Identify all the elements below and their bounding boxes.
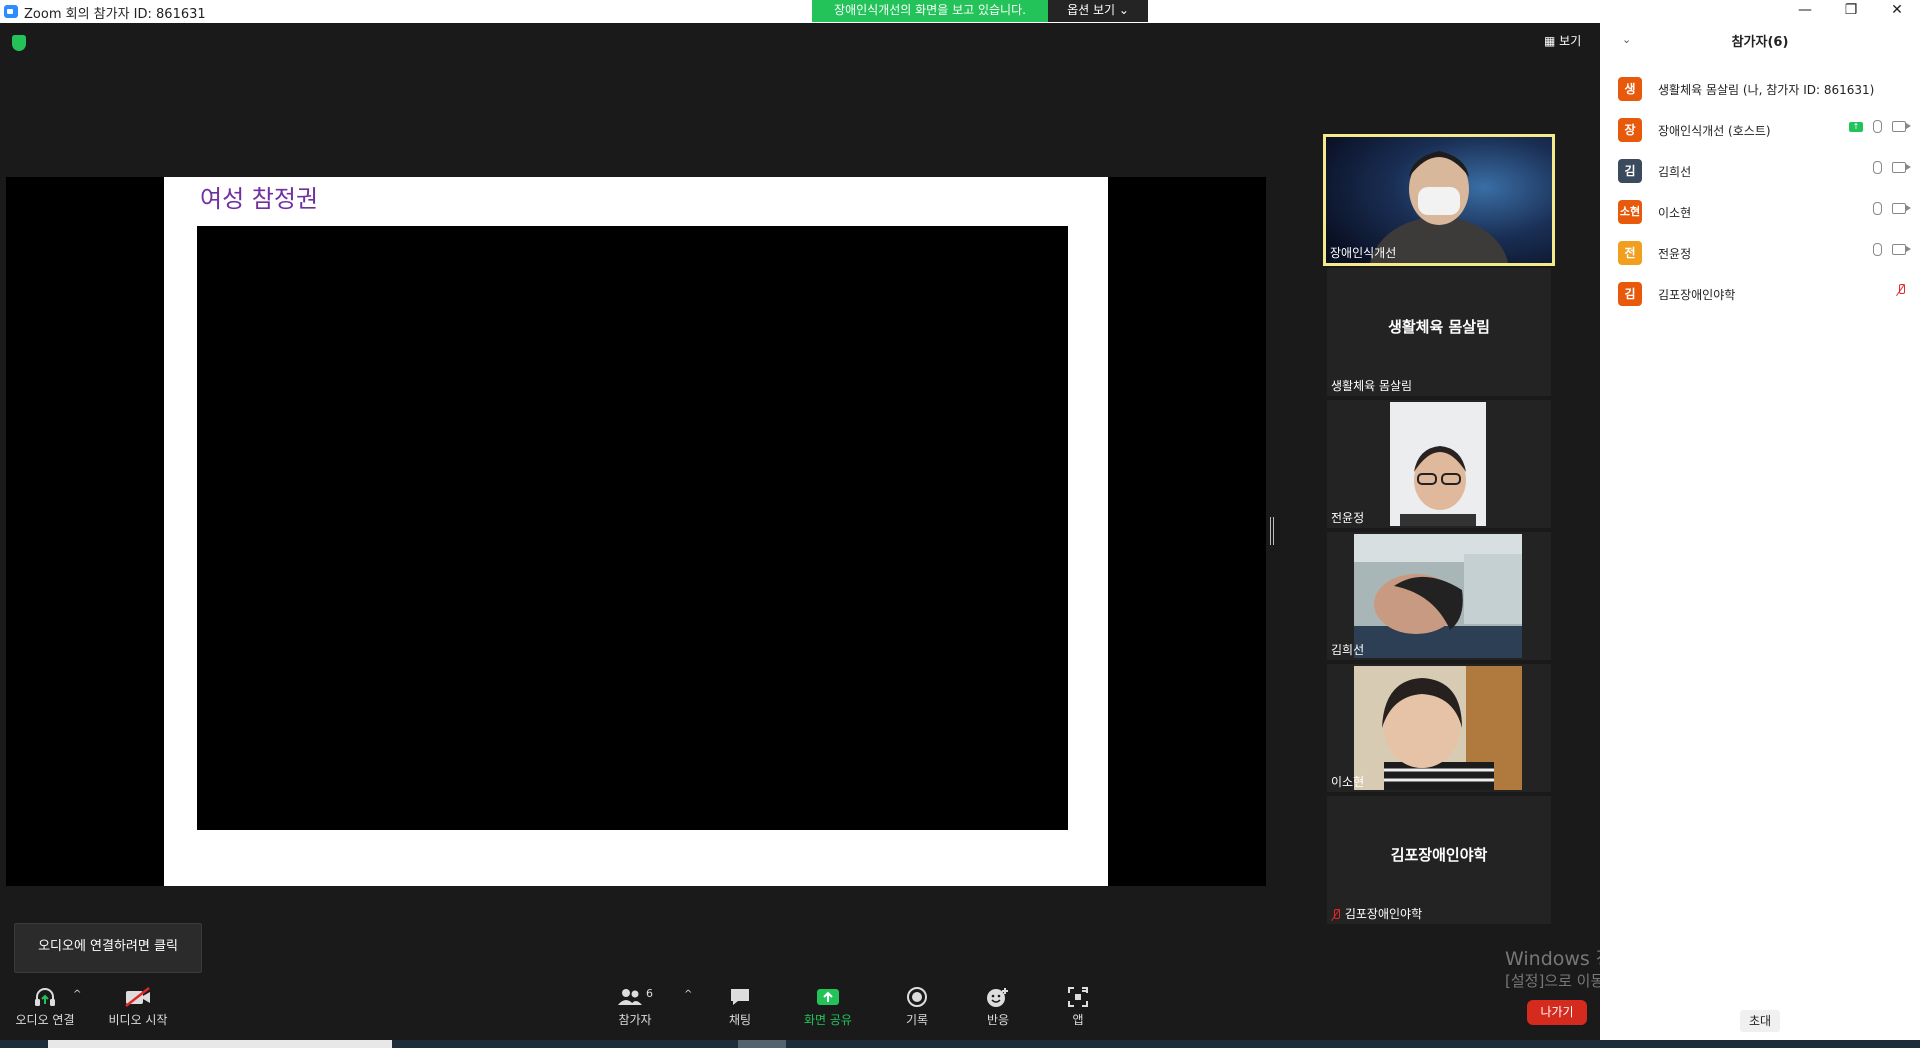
maximize-button[interactable]: ❐ [1828, 0, 1874, 23]
participant-avatar: 김 [1618, 282, 1642, 306]
windows-taskbar [0, 1040, 1920, 1048]
video-tile-participant[interactable]: 이소현 [1327, 664, 1551, 792]
view-layout-button[interactable]: ▦ 보기 [1544, 32, 1581, 49]
tile-name: 생활체육 몸살림 [1331, 379, 1413, 393]
participant-row[interactable]: 소현 이소현 [1600, 192, 1920, 232]
record-icon [907, 987, 927, 1007]
apps-icon [1068, 987, 1088, 1007]
grid-icon: ▦ [1544, 34, 1556, 48]
share-screen-icon [817, 989, 839, 1005]
mic-muted-icon [1331, 908, 1341, 921]
participant-name: 장애인식개선 (호스트) [1658, 124, 1771, 138]
participant-video-feed [1390, 402, 1486, 526]
sharing-screen-icon: ↑ [1849, 121, 1863, 132]
chat-label: 채팅 [728, 1013, 752, 1027]
participant-name: 이소현 [1658, 206, 1692, 220]
apps-button[interactable]: 앱 [1038, 985, 1118, 1028]
participants-options-caret[interactable]: ^ [684, 989, 692, 1000]
participant-name: 김포장애인야학 [1658, 288, 1736, 302]
participants-button[interactable]: 6 참가자 [595, 985, 675, 1028]
mic-icon[interactable] [1873, 161, 1882, 174]
participant-row[interactable]: 김 김희선 [1600, 151, 1920, 191]
tile-center-name: 생활체육 몸살림 [1388, 318, 1490, 336]
participant-row[interactable]: 전 전윤정 [1600, 233, 1920, 273]
participants-label: 참가자 [618, 1013, 652, 1027]
mic-muted-icon[interactable] [1896, 284, 1906, 296]
participant-name: 생활체육 몸살림 (나, 참가자 ID: 861631) [1658, 83, 1875, 97]
camera-icon[interactable] [1892, 203, 1911, 214]
tile-center-name: 김포장애인야학 [1390, 846, 1488, 864]
share-screen-button[interactable]: 화면 공유 [788, 985, 868, 1028]
video-tile-participant[interactable]: 생활체육 몸살림 생활체육 몸살림 [1327, 268, 1551, 396]
reactions-label: 반응 [986, 1013, 1010, 1027]
participants-count: 6 [646, 986, 653, 1000]
participant-row[interactable]: 장 장애인식개선 (호스트) ↑ [1600, 110, 1920, 150]
screen-share-banner: 장애인식개선의 화면을 보고 있습니다. [812, 0, 1048, 22]
join-audio-label: 오디오 연결 [15, 1013, 75, 1027]
camera-icon[interactable] [1892, 162, 1911, 173]
mic-icon[interactable] [1873, 243, 1882, 256]
video-tile-participant[interactable]: 전윤정 [1327, 400, 1551, 528]
start-video-label: 비디오 시작 [108, 1013, 168, 1027]
reactions-button[interactable]: 반응 [958, 985, 1038, 1028]
camera-icon[interactable] [1892, 121, 1911, 132]
headphone-icon [35, 988, 55, 1006]
minimize-button[interactable]: — [1782, 0, 1828, 23]
tile-name: 장애인식개선 [1330, 246, 1397, 260]
record-label: 기록 [905, 1013, 929, 1027]
leave-meeting-button[interactable]: 나가기 [1527, 1000, 1587, 1025]
participants-panel-title: 참가자(6) [1731, 35, 1789, 50]
participants-panel: ⌄ 참가자(6) 생 생활체육 몸살림 (나, 참가자 ID: 861631) … [1600, 23, 1920, 1040]
slide-title: 여성 참정권 [200, 185, 319, 213]
camera-icon[interactable] [1892, 244, 1911, 255]
audio-options-caret[interactable]: ^ [73, 989, 81, 1000]
participant-avatar: 소현 [1618, 200, 1642, 224]
participant-avatar: 생 [1618, 77, 1642, 101]
video-tile-active-speaker[interactable]: 장애인식개선 [1323, 134, 1555, 266]
invite-button[interactable]: 초대 [1740, 1010, 1780, 1032]
video-tile-participant[interactable]: 김포장애인야학 김포장애인야학 [1327, 796, 1551, 924]
participant-name: 전윤정 [1658, 247, 1692, 261]
participant-name: 김희선 [1658, 165, 1692, 179]
record-button[interactable]: 기록 [877, 985, 957, 1028]
apps-label: 앱 [1072, 1013, 1084, 1027]
window-title: Zoom 회의 참가자 ID: 861631 [24, 7, 206, 22]
video-tile-participant[interactable]: 김희선 [1327, 532, 1551, 660]
participant-row[interactable]: 생 생활체육 몸살림 (나, 참가자 ID: 861631) [1600, 69, 1920, 109]
taskbar-active-app[interactable] [738, 1040, 786, 1048]
chat-icon [731, 989, 749, 1005]
tile-name-row: 김포장애인야학 [1331, 905, 1422, 922]
participant-avatar: 김 [1618, 159, 1642, 183]
mic-icon[interactable] [1873, 120, 1882, 133]
tile-name: 전윤정 [1331, 511, 1365, 525]
zoom-app-icon [4, 5, 18, 18]
participants-icon [618, 989, 642, 1005]
close-button[interactable]: ✕ [1874, 0, 1920, 23]
meeting-toolbar: 오디오 연결 ^ 비디오 시작 6 참가자 ^ 채팅 화면 공유 기록 반응 앱 [0, 985, 1600, 1040]
mic-icon[interactable] [1873, 202, 1882, 215]
audio-tooltip: 오디오에 연결하려면 클릭 [14, 923, 202, 973]
participant-video-feed [1354, 666, 1522, 790]
start-video-button[interactable]: 비디오 시작 [98, 985, 178, 1028]
view-options-button[interactable]: 옵션 보기 ⌄ [1048, 0, 1148, 22]
panel-splitter-handle[interactable] [1270, 517, 1274, 545]
tile-name: 김포장애인야학 [1344, 907, 1423, 921]
slide-embedded-video [197, 226, 1068, 830]
share-screen-label: 화면 공유 [804, 1013, 852, 1027]
tile-name: 김희선 [1331, 643, 1365, 657]
encryption-shield-icon[interactable] [12, 35, 26, 51]
participant-row[interactable]: 김 김포장애인야학 [1600, 274, 1920, 314]
taskbar-search-box[interactable] [48, 1040, 392, 1048]
view-layout-label: 보기 [1559, 34, 1582, 48]
tile-name: 이소현 [1331, 775, 1365, 789]
participant-avatar: 장 [1618, 118, 1642, 142]
reaction-emoji-icon [987, 988, 1008, 1007]
chat-button[interactable]: 채팅 [700, 985, 780, 1028]
participant-video-feed [1354, 534, 1522, 658]
presentation-slide: 여성 참정권 [164, 177, 1108, 886]
participant-avatar: 전 [1618, 241, 1642, 265]
video-off-icon [125, 987, 150, 1007]
